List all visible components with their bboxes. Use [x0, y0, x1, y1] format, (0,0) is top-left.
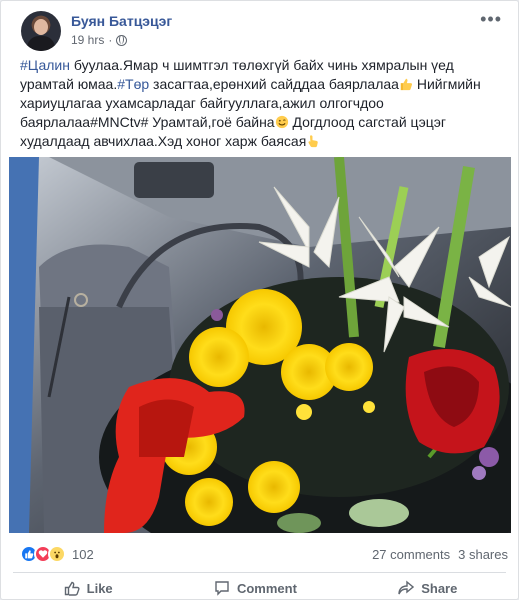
- post-stats: 27 comments 3 shares: [372, 547, 508, 562]
- hashtag-link[interactable]: #Цалин: [20, 57, 70, 73]
- avatar[interactable]: [21, 11, 61, 51]
- share-arrow-icon: [398, 580, 415, 595]
- meta-separator: ·: [108, 33, 113, 47]
- reaction-count[interactable]: 102: [72, 547, 94, 562]
- shares-count[interactable]: 3 shares: [458, 547, 508, 562]
- post-header: Буян Батцэцэг 19 hrs · •••: [13, 7, 508, 51]
- post-text: #Цалин буулаа.Ямар ч шимтгэл төлөхгүй ба…: [20, 56, 508, 151]
- post-meta: 19 hrs ·: [71, 33, 128, 47]
- globe-icon[interactable]: [116, 34, 128, 46]
- reaction-icons[interactable]: [20, 545, 66, 563]
- divider: [13, 572, 506, 573]
- post-photo[interactable]: [9, 157, 511, 533]
- bouquet-image: [9, 157, 511, 533]
- wow-icon: [48, 545, 66, 563]
- action-bar: Like Comment Share: [13, 576, 508, 600]
- comments-count[interactable]: 27 comments: [372, 547, 450, 562]
- comment-bubble-icon: [215, 581, 229, 596]
- more-options-button[interactable]: •••: [480, 9, 502, 30]
- thumbs-up-outline-icon: [64, 581, 80, 596]
- share-label: Share: [421, 580, 458, 596]
- author-name[interactable]: Буян Батцэцэг: [71, 13, 172, 29]
- smiley-icon: [275, 115, 288, 129]
- timestamp[interactable]: 19 hrs: [71, 33, 104, 47]
- post-text-segment: засагтаа,ерөнхий сайддаа баярлалаа: [149, 76, 399, 92]
- hashtag-link[interactable]: #Төр: [117, 76, 149, 92]
- thumbs-up-icon: [400, 78, 412, 91]
- like-label: Like: [86, 580, 113, 596]
- reactions-bar: 102 27 comments 3 shares: [20, 544, 508, 564]
- like-button[interactable]: Like: [64, 580, 113, 596]
- share-button[interactable]: Share: [398, 580, 457, 596]
- pointing-hand-icon: [308, 135, 319, 148]
- comment-button[interactable]: Comment: [214, 580, 297, 596]
- comment-label: Comment: [236, 580, 297, 596]
- post-card: Буян Батцэцэг 19 hrs · ••• #Цалин буулаа…: [0, 0, 519, 600]
